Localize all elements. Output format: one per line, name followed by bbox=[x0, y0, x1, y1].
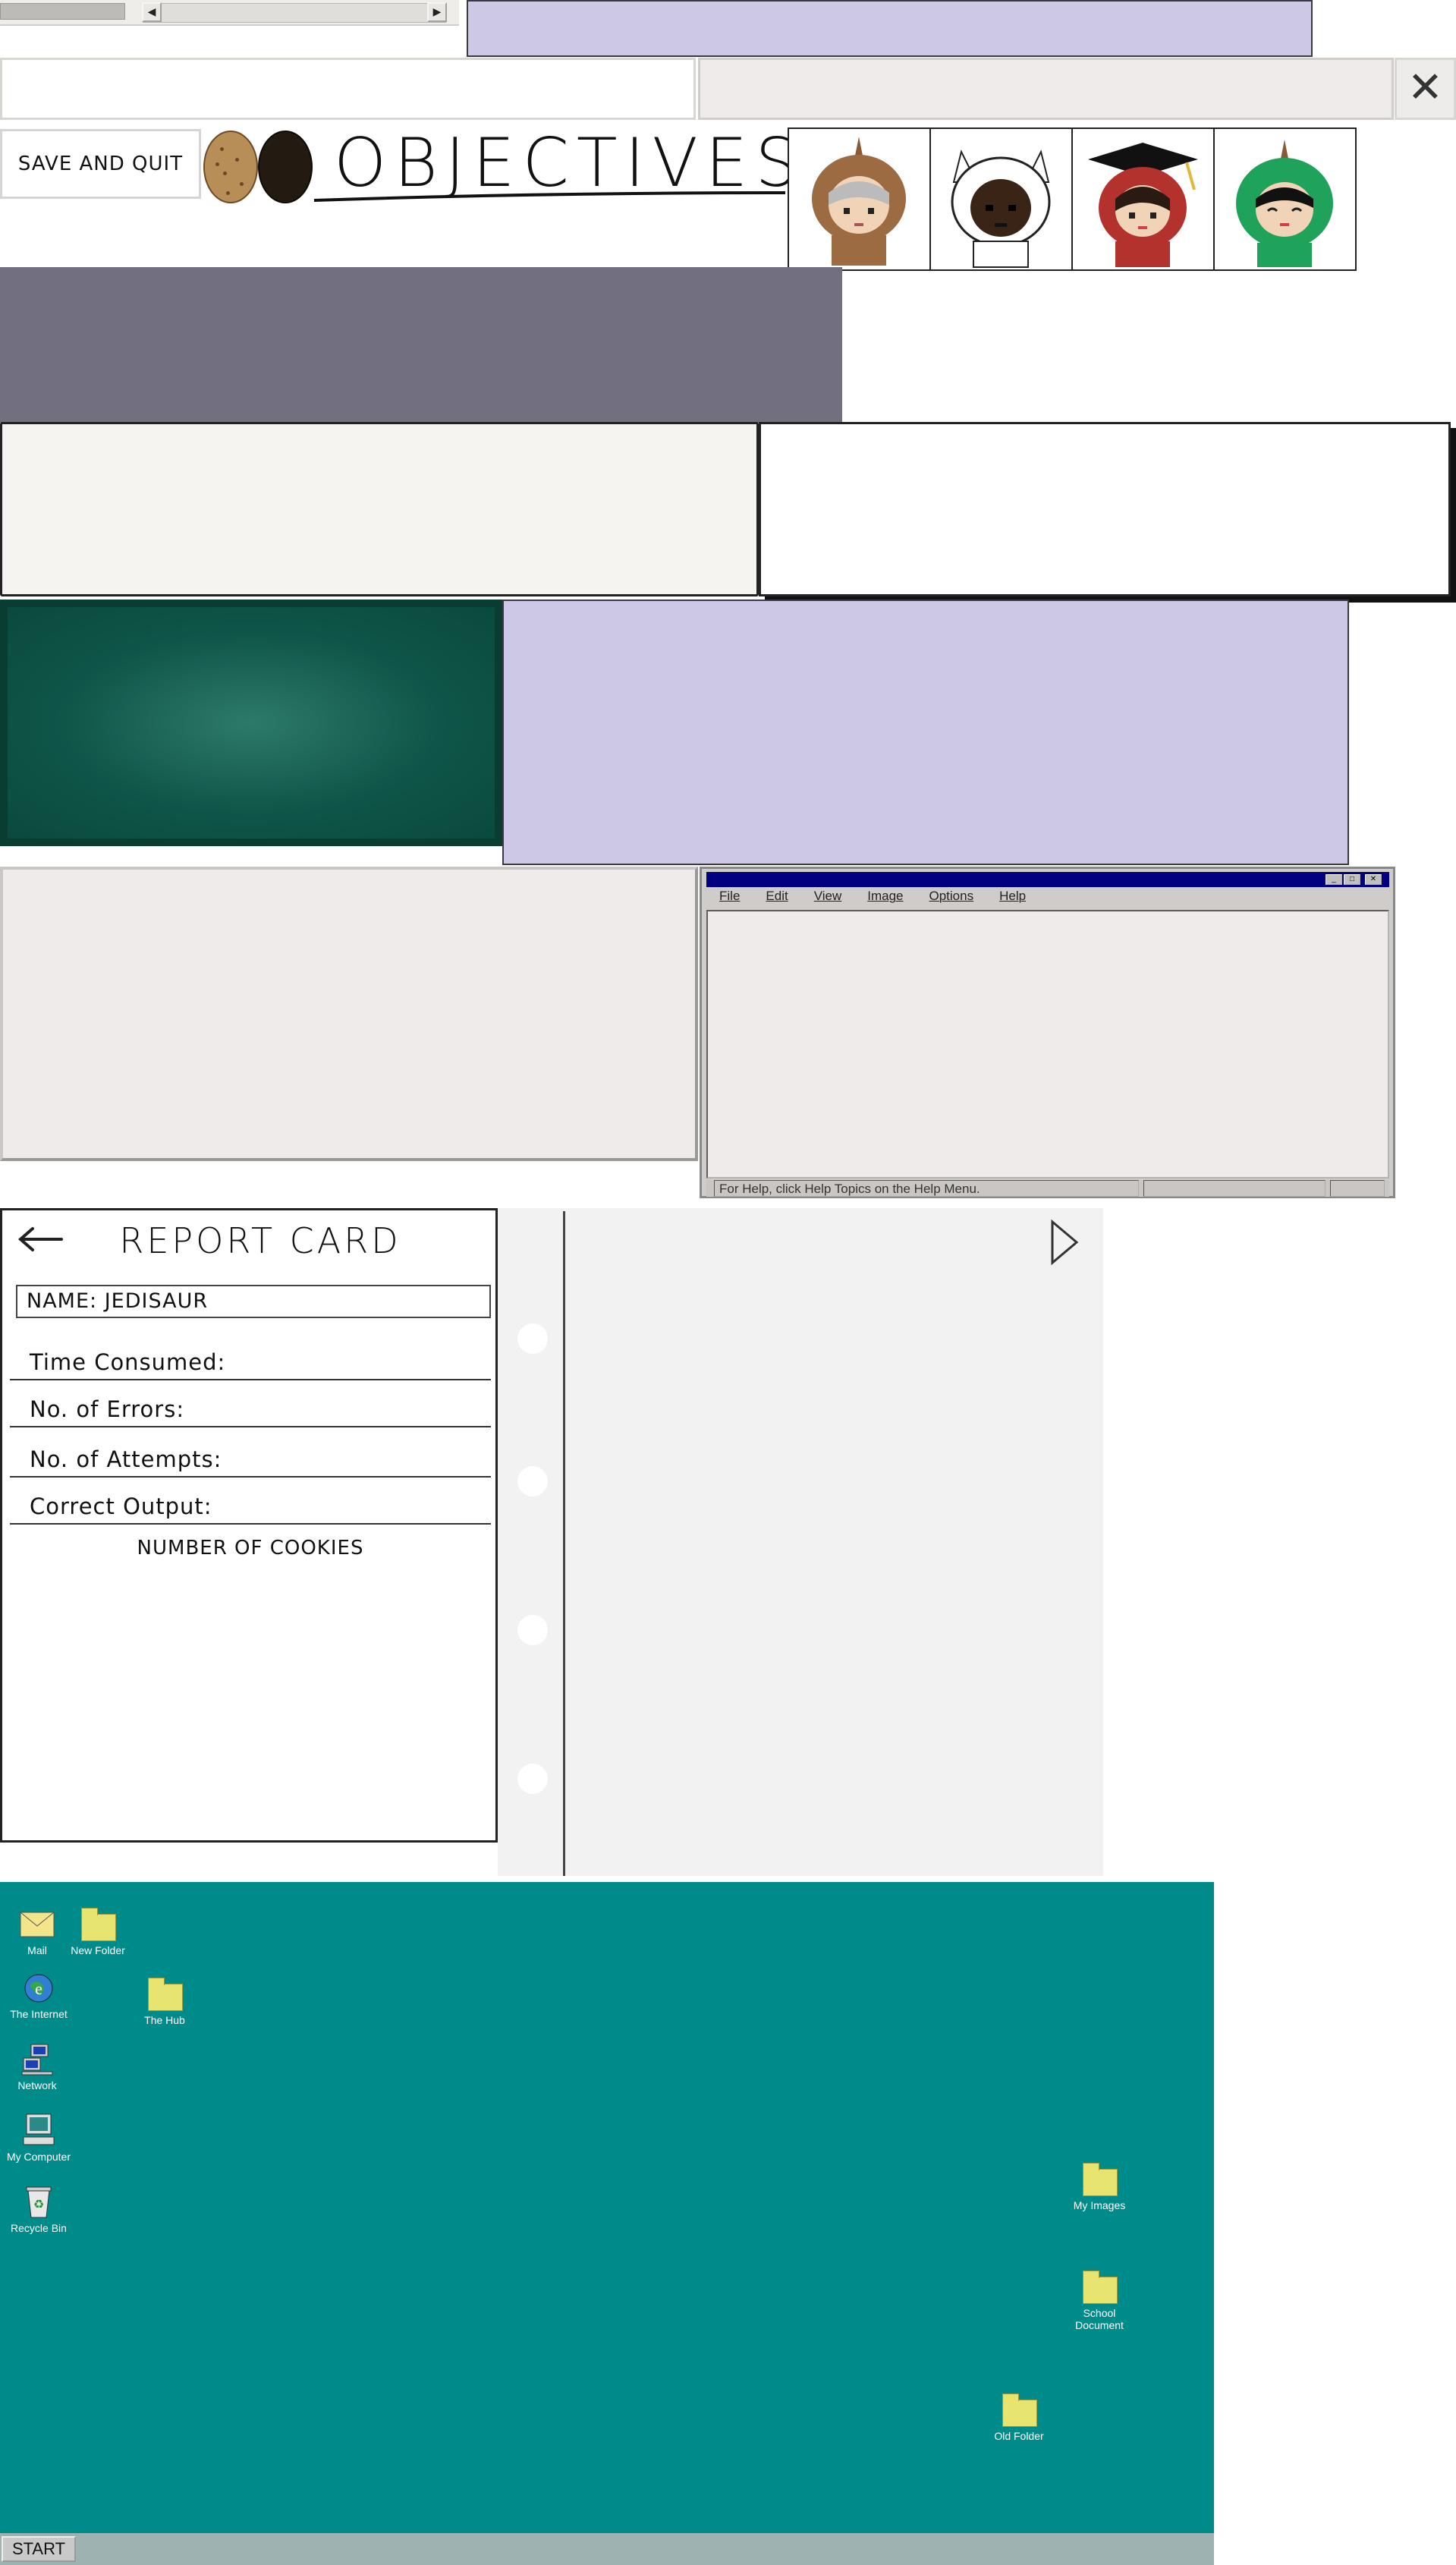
avatar-brown-hood-icon[interactable] bbox=[788, 127, 931, 271]
desktop-icon-label: My Computer bbox=[6, 2151, 71, 2163]
folder-icon bbox=[78, 1906, 118, 1941]
desktop-icon-network[interactable]: Network bbox=[0, 2041, 79, 2091]
report-card: REPORT CARD NAME: JEDISAUR Time Consumed… bbox=[0, 1208, 498, 1843]
menu-bar: File Edit View Image Options Help bbox=[706, 889, 1389, 908]
desktop-icon-internet[interactable]: e The Internet bbox=[0, 1970, 80, 2020]
time-consumed-label: Time Consumed: bbox=[10, 1341, 491, 1380]
lavender-panel-top bbox=[467, 0, 1313, 57]
cream-panel bbox=[0, 422, 759, 596]
binder-hole bbox=[517, 1764, 548, 1794]
close-icon: ✕ bbox=[1407, 63, 1443, 112]
binder-hole bbox=[517, 1466, 548, 1497]
dark-cookie-icon bbox=[258, 131, 313, 203]
desktop-icon-school-document[interactable]: School Document bbox=[1058, 2269, 1141, 2331]
binder-hole bbox=[517, 1615, 548, 1645]
menu-options[interactable]: Options bbox=[917, 889, 987, 908]
avatar-white-cat-hood-icon[interactable] bbox=[929, 127, 1073, 271]
minimize-button[interactable]: _ bbox=[1325, 874, 1342, 885]
desktop-icon-label: The Hub bbox=[144, 2014, 185, 2026]
folder-icon bbox=[999, 2392, 1039, 2427]
chalkboard bbox=[0, 600, 502, 846]
back-arrow-icon[interactable] bbox=[16, 1224, 64, 1254]
window-titlebar[interactable]: _ □ ✕ bbox=[706, 872, 1389, 887]
input-field-right[interactable] bbox=[698, 58, 1394, 120]
next-page-icon[interactable] bbox=[1048, 1219, 1080, 1266]
folder-icon bbox=[1080, 2161, 1119, 2196]
attempts-label: No. of Attempts: bbox=[10, 1438, 491, 1478]
dark-purple-panel bbox=[0, 267, 842, 423]
start-button[interactable]: START bbox=[2, 2536, 76, 2562]
desktop: Mail New Folder e The Internet The Hub N… bbox=[0, 1882, 1214, 2565]
svg-text:♻: ♻ bbox=[33, 2197, 44, 2211]
paint-window: _ □ ✕ File Edit View Image Options Help … bbox=[700, 867, 1395, 1198]
desktop-icon-label: My Images bbox=[1073, 2199, 1126, 2211]
avatar-graduation-cap-icon[interactable] bbox=[1071, 127, 1215, 271]
cookie-icon bbox=[203, 131, 258, 203]
desktop-icon-label: Recycle Bin bbox=[11, 2222, 67, 2234]
menu-file[interactable]: File bbox=[706, 889, 753, 908]
close-button[interactable]: ✕ bbox=[1395, 58, 1456, 120]
recycle-bin-icon: ♻ bbox=[19, 2184, 58, 2219]
desktop-icon-old-folder[interactable]: Old Folder bbox=[977, 2392, 1061, 2442]
report-card-title: REPORT CARD bbox=[119, 1220, 401, 1261]
desktop-icon-recycle-bin[interactable]: ♻ Recycle Bin bbox=[0, 2184, 80, 2234]
scrollbar-left-thumb[interactable] bbox=[0, 3, 125, 20]
horizontal-scrollbar[interactable]: ◀ ▶ bbox=[0, 0, 459, 26]
status-text: For Help, click Help Topics on the Help … bbox=[714, 1180, 1139, 1197]
avatar-row bbox=[788, 127, 1364, 271]
scroll-right-button[interactable]: ▶ bbox=[427, 2, 447, 22]
svg-text:e: e bbox=[35, 1979, 42, 1998]
desktop-icon-label: New Folder bbox=[71, 1944, 125, 1956]
input-field-left[interactable] bbox=[0, 58, 696, 120]
status-coordinates-pane bbox=[1143, 1180, 1325, 1197]
notebook-margin-line bbox=[563, 1211, 565, 1876]
errors-label: No. of Errors: bbox=[10, 1388, 491, 1427]
desktop-icon-my-images[interactable]: My Images bbox=[1058, 2161, 1141, 2211]
desktop-icon-label: Network bbox=[17, 2079, 57, 2091]
desktop-icon-label: School Document bbox=[1075, 2307, 1124, 2331]
taskbar: START bbox=[0, 2533, 1214, 2565]
student-name: NAME: JEDISAUR bbox=[16, 1285, 491, 1318]
paint-canvas[interactable] bbox=[706, 910, 1389, 1179]
computer-icon bbox=[19, 2113, 58, 2148]
desktop-icon-label: Old Folder bbox=[994, 2430, 1044, 2442]
desktop-icon-the-hub[interactable]: The Hub bbox=[123, 1976, 206, 2026]
objectives-underline bbox=[313, 191, 786, 202]
mail-icon bbox=[17, 1906, 57, 1941]
folder-icon bbox=[1080, 2269, 1119, 2304]
binder-hole bbox=[517, 1323, 548, 1354]
menu-image[interactable]: Image bbox=[854, 889, 916, 908]
menu-edit[interactable]: Edit bbox=[753, 889, 800, 908]
number-of-cookies-label: NUMBER OF COOKIES bbox=[137, 1537, 364, 1559]
avatar-green-hood-icon[interactable] bbox=[1213, 127, 1357, 271]
desktop-icon-my-computer[interactable]: My Computer bbox=[0, 2113, 80, 2163]
maximize-button[interactable]: □ bbox=[1344, 874, 1360, 885]
window-close-button[interactable]: ✕ bbox=[1365, 874, 1382, 885]
network-icon bbox=[17, 2041, 57, 2076]
desktop-icon-label: The Internet bbox=[10, 2008, 68, 2020]
menu-view[interactable]: View bbox=[801, 889, 855, 908]
menu-help[interactable]: Help bbox=[986, 889, 1039, 908]
internet-globe-icon: e bbox=[19, 1970, 58, 2005]
notebook-page bbox=[498, 1208, 1103, 1876]
status-bar: For Help, click Help Topics on the Help … bbox=[706, 1180, 1389, 1197]
scroll-left-button[interactable]: ◀ bbox=[142, 2, 162, 22]
desktop-icon-new-folder[interactable]: New Folder bbox=[56, 1906, 140, 1956]
save-and-quit-button[interactable]: SAVE AND QUIT bbox=[0, 129, 201, 199]
correct-output-label: Correct Output: bbox=[10, 1485, 491, 1525]
lavender-panel-middle bbox=[502, 600, 1349, 865]
grey-panel bbox=[0, 867, 698, 1161]
status-size-pane bbox=[1330, 1180, 1385, 1197]
folder-icon bbox=[145, 1976, 184, 2011]
scrollbar-track[interactable]: ◀ ▶ bbox=[142, 2, 447, 23]
white-panel bbox=[759, 422, 1451, 596]
